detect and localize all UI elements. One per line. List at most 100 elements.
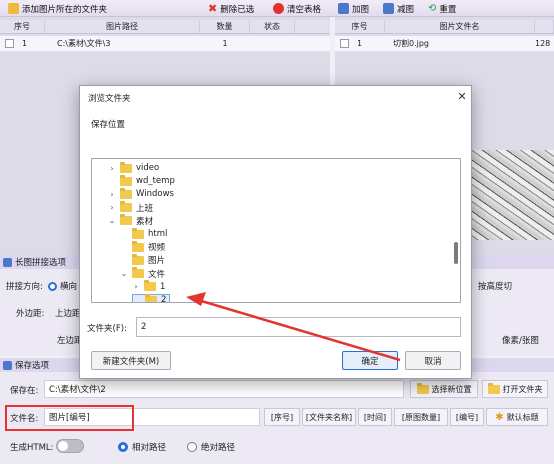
tree-scrollbar[interactable]: [454, 242, 458, 264]
chevron-right-icon[interactable]: ›: [132, 282, 140, 291]
highlight-box: [5, 405, 134, 431]
image-preview: [472, 150, 554, 240]
row-checkbox[interactable]: [5, 39, 14, 48]
browse-folder-dialog: 浏览文件夹 ✕ 保存位置 › video wd_temp › Windows › 上班 ⌄ 素材…: [79, 85, 472, 379]
image-folder-icon: [8, 3, 19, 14]
folder-icon: [132, 267, 144, 279]
zoom-out-button[interactable]: 减图: [383, 1, 414, 16]
zoom-in-button[interactable]: 加图: [338, 1, 369, 16]
html-label: 生成HTML:: [10, 443, 54, 453]
folder-icon: [120, 161, 132, 173]
direction-radio[interactable]: 横向: [48, 280, 77, 292]
token-count-button[interactable]: [原图数量]: [394, 408, 448, 426]
table-row[interactable]: 1 切割0.jpg 128: [335, 36, 554, 52]
col-path: 图片路径: [45, 20, 200, 33]
token-folder-name-button[interactable]: [文件夹名称]: [302, 408, 356, 426]
row-count: 1: [222, 39, 228, 48]
clear-table-button[interactable]: 清空表格: [273, 1, 321, 16]
tree-node[interactable]: › 上班: [108, 201, 154, 214]
delete-selected-button[interactable]: ✖ 删除已选: [208, 1, 254, 16]
col-index: 序号: [335, 20, 385, 33]
new-folder-button[interactable]: 新建文件夹(M): [91, 351, 171, 370]
chevron-right-icon[interactable]: ›: [108, 190, 116, 199]
folder-icon: [132, 253, 144, 265]
folder-icon: [120, 214, 132, 226]
tree-node[interactable]: ⌄ 素材: [108, 214, 153, 227]
save-path-field[interactable]: C:\素材\文件\2: [44, 380, 404, 398]
row-filename: 切割0.jpg: [393, 39, 430, 48]
default-title-button[interactable]: ✱ 默认标题: [486, 408, 548, 426]
folder-icon: [120, 201, 132, 213]
token-index-button[interactable]: [序号]: [264, 408, 300, 426]
col-count: 数量: [200, 20, 250, 33]
top-margin-label: 上边距: [55, 309, 81, 319]
zoom-out-icon: [383, 3, 394, 14]
open-folder-button[interactable]: 打开文件夹: [482, 380, 548, 398]
zoom-in-icon: [338, 3, 349, 14]
delete-icon: ✖: [208, 2, 218, 15]
tree-node-label: wd_temp: [136, 176, 175, 187]
col-extra: [535, 20, 554, 33]
folder-icon: [120, 174, 132, 186]
row-checkbox[interactable]: [340, 39, 349, 48]
tree-node[interactable]: 图片: [120, 253, 166, 267]
row-path: C:\素材\文件\3: [57, 39, 111, 48]
tree-node-label: 2: [161, 295, 167, 303]
left-table-header: 序号 图片路径 数量 状态: [0, 20, 330, 34]
folder-icon: [144, 280, 156, 292]
dialog-title: 浏览文件夹: [88, 94, 131, 104]
col-index: 序号: [0, 20, 45, 33]
absolute-path-radio[interactable]: 绝对路径: [187, 441, 235, 453]
folder-icon: [132, 240, 144, 252]
chevron-down-icon[interactable]: ⌄: [120, 269, 128, 278]
folder-icon: [487, 382, 500, 394]
chevron-right-icon[interactable]: ›: [108, 164, 116, 173]
tree-node[interactable]: ⌄ 文件: [120, 267, 166, 280]
token-time-button[interactable]: [时间]: [358, 408, 392, 426]
ok-button[interactable]: 确定: [342, 351, 398, 370]
choose-location-button[interactable]: 选择新位置: [410, 380, 478, 398]
cut-by-height-label: 按高度切: [478, 282, 513, 292]
unit-label: 像素/张图: [502, 336, 539, 346]
folder-label: 文件夹(F):: [87, 324, 127, 334]
tree-node-label: 上班: [136, 203, 154, 214]
tree-node[interactable]: › 1: [132, 280, 166, 293]
tree-node[interactable]: 2: [132, 293, 171, 303]
long-image-icon: [3, 257, 12, 267]
toolbar: 添加图片所在的文件夹 ✖ 删除已选 清空表格 加图 减图 ⟲ 重置: [0, 0, 554, 17]
clear-icon: [273, 3, 284, 14]
tree-node-label: Windows: [136, 189, 174, 200]
save-to-label: 保存在:: [10, 386, 39, 396]
tree-node[interactable]: › video: [108, 161, 159, 174]
chevron-right-icon[interactable]: ›: [108, 203, 116, 212]
row-status: [250, 36, 295, 51]
tree-node[interactable]: wd_temp: [108, 174, 175, 187]
tree-node[interactable]: 视频: [120, 240, 165, 253]
tree-node-label: 图片: [148, 256, 166, 267]
folder-name-input[interactable]: 2: [136, 317, 461, 337]
folder-icon: [132, 227, 144, 239]
tree-node[interactable]: › Windows: [108, 187, 174, 200]
save-icon: [3, 360, 12, 370]
relative-path-radio[interactable]: 相对路径: [118, 441, 166, 453]
chevron-down-icon[interactable]: ⌄: [108, 216, 116, 225]
sparkle-icon: ✱: [495, 411, 504, 423]
tree-node-label: 文件: [148, 269, 166, 280]
folder-icon: [145, 293, 157, 302]
close-icon[interactable]: ✕: [454, 88, 470, 104]
html-toggle[interactable]: [56, 439, 84, 453]
col-filename: 图片文件名: [385, 20, 535, 33]
folder-tree[interactable]: › video wd_temp › Windows › 上班 ⌄ 素材 html 视频 图片 ⌄ 文件 › 1…: [91, 158, 461, 303]
cancel-button[interactable]: 取消: [405, 351, 461, 370]
reset-button[interactable]: ⟲ 重置: [428, 1, 456, 16]
add-folder-button[interactable]: 添加图片所在的文件夹: [8, 1, 107, 16]
token-number-button[interactable]: [编号]: [450, 408, 484, 426]
table-row[interactable]: 1 C:\素材\文件\3 1: [0, 36, 330, 52]
col-status: 状态: [250, 20, 295, 33]
reset-icon: ⟲: [428, 3, 437, 14]
right-table-header: 序号 图片文件名: [335, 20, 554, 34]
tree-node-label: 1: [160, 281, 166, 292]
margin-label: 外边距:: [16, 309, 45, 319]
direction-label: 拼接方向:: [6, 282, 43, 292]
tree-node[interactable]: html: [120, 227, 167, 240]
